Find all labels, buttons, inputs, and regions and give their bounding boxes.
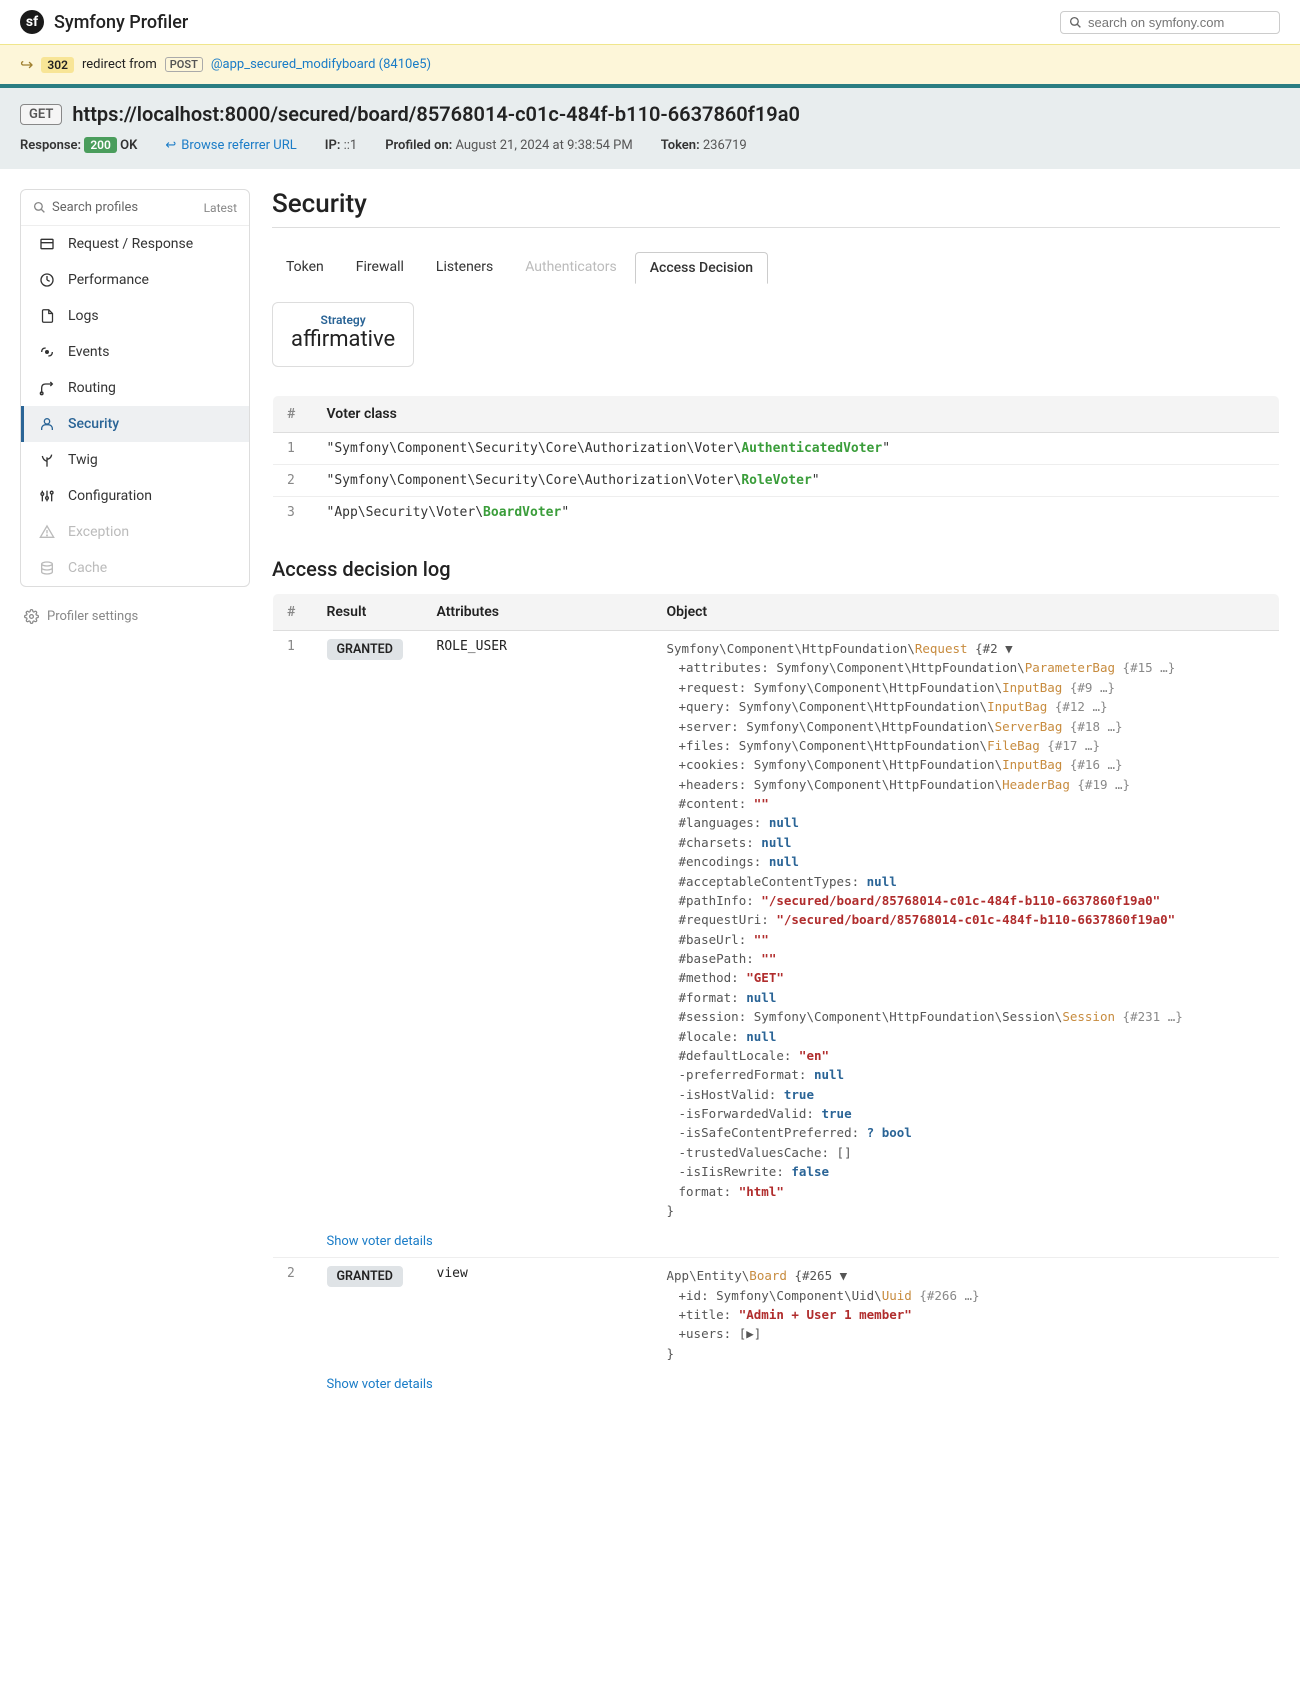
tabs: Token Firewall Listeners Authenticators … <box>272 252 1280 284</box>
response-status: Response: 200 OK <box>20 138 137 153</box>
title-separator <box>272 227 1280 228</box>
profiler-settings-link[interactable]: Profiler settings <box>20 601 250 632</box>
sidebar-item-twig[interactable]: Twig <box>21 442 249 478</box>
content: Security Token Firewall Listeners Authen… <box>272 189 1280 1429</box>
exception-icon <box>38 524 56 540</box>
log-result: GRANTED <box>313 631 423 1229</box>
ip-info: IP: ::1 <box>325 138 357 153</box>
log-header-object: Object <box>653 594 1280 631</box>
global-search[interactable] <box>1060 11 1280 34</box>
voter-class: "App\Security\Voter\BoardVoter" <box>313 497 1280 529</box>
log-header-result: Result <box>313 594 423 631</box>
tab-firewall[interactable]: Firewall <box>342 252 418 284</box>
dump-toggle[interactable]: {#265 ▼ <box>794 1268 847 1283</box>
performance-icon <box>38 272 56 288</box>
granted-badge: GRANTED <box>327 1266 403 1287</box>
request-url: https://localhost:8000/secured/board/857… <box>72 102 800 126</box>
app-header: sf Symfony Profiler <box>0 0 1300 44</box>
redirect-text: redirect from <box>82 57 157 72</box>
voter-index: 1 <box>273 433 313 465</box>
profiled-on: Profiled on: August 21, 2024 at 9:38:54 … <box>385 138 633 153</box>
tab-authenticators[interactable]: Authenticators <box>511 252 631 284</box>
log-attributes: view <box>423 1258 653 1371</box>
voters-header-num: # <box>273 396 313 433</box>
sidebar-item-cache[interactable]: Cache <box>21 550 249 586</box>
log-result: GRANTED <box>313 1258 423 1371</box>
log-header-num: # <box>273 594 313 631</box>
voter-row: 1"Symfony\Component\Security\Core\Author… <box>273 433 1280 465</box>
log-index: 1 <box>273 631 313 1229</box>
object-dump: Symfony\Component\HttpFoundation\Request… <box>667 639 1266 1220</box>
sidebar-item-exception[interactable]: Exception <box>21 514 249 550</box>
page-title: Security <box>272 189 1280 219</box>
voters-header-class: Voter class <box>313 396 1280 433</box>
log-object: App\Entity\Board {#265 ▼+id: Symfony\Com… <box>653 1258 1280 1371</box>
app-title: Symfony Profiler <box>54 12 188 33</box>
log-row: 1 GRANTED ROLE_USERSymfony\Component\HttpF… <box>273 631 1280 1229</box>
sidebar-item-routing[interactable]: Routing <box>21 370 249 406</box>
voters-table: # Voter class 1"Symfony\Component\Securi… <box>272 395 1280 529</box>
symfony-logo-icon: sf <box>20 10 44 34</box>
redirect-bar: ↪ 302 redirect from POST @app_secured_mo… <box>0 44 1300 84</box>
redirect-route-link[interactable]: @app_secured_modifyboard (8410e5) <box>211 57 431 72</box>
sidebar-item-logs[interactable]: Logs <box>21 298 249 334</box>
redirect-status-badge: 302 <box>41 57 74 73</box>
token-info: Token: 236719 <box>661 138 747 153</box>
request-method: GET <box>20 104 62 125</box>
voter-row: 2"Symfony\Component\Security\Core\Author… <box>273 465 1280 497</box>
tab-listeners[interactable]: Listeners <box>422 252 507 284</box>
gear-icon <box>24 609 39 624</box>
sidebar-item-request[interactable]: Request / Response <box>21 226 249 262</box>
routing-icon <box>38 380 56 396</box>
log-row: 2 GRANTED viewApp\Entity\Board {#265 ▼+id:… <box>273 1258 1280 1371</box>
request-summary: GET https://localhost:8000/secured/board… <box>0 84 1300 169</box>
show-voter-details[interactable]: Show voter details <box>327 1371 433 1392</box>
redirect-method: POST <box>165 57 203 72</box>
security-icon <box>38 416 56 432</box>
object-dump: App\Entity\Board {#265 ▼+id: Symfony\Com… <box>667 1266 1266 1363</box>
global-search-input[interactable] <box>1088 15 1271 30</box>
sidebar-item-configuration[interactable]: Configuration <box>21 478 249 514</box>
sidebar-latest-link[interactable]: Latest <box>204 201 237 215</box>
redirect-arrow-icon: ↪ <box>20 55 33 74</box>
dump-toggle[interactable]: {#2 ▼ <box>975 641 1013 656</box>
tab-access-decision[interactable]: Access Decision <box>635 252 768 284</box>
decision-log-table: # Result Attributes Object 1 GRANTED ROLE_… <box>272 593 1280 1401</box>
log-details-row: Show voter details <box>273 1371 1280 1401</box>
sidebar-item-events[interactable]: Events <box>21 334 249 370</box>
log-header-attributes: Attributes <box>423 594 653 631</box>
strategy-value: affirmative <box>291 327 395 352</box>
log-title: Access decision log <box>272 557 1280 581</box>
sidebar-item-security[interactable]: Security <box>21 406 249 442</box>
cache-icon <box>38 560 56 576</box>
strategy-label: Strategy <box>291 313 395 327</box>
sidebar-search[interactable]: Search profiles Latest <box>21 190 249 226</box>
voter-class: "Symfony\Component\Security\Core\Authori… <box>313 433 1280 465</box>
request-icon <box>38 236 56 252</box>
voter-index: 3 <box>273 497 313 529</box>
sidebar-search-label: Search profiles <box>52 200 138 215</box>
logs-icon <box>38 308 56 324</box>
voter-row: 3"App\Security\Voter\BoardVoter" <box>273 497 1280 529</box>
voter-index: 2 <box>273 465 313 497</box>
strategy-card: Strategy affirmative <box>272 302 414 367</box>
status-code-badge: 200 <box>84 137 117 153</box>
return-arrow-icon: ↩ <box>165 138 176 153</box>
tab-token[interactable]: Token <box>272 252 338 284</box>
log-index: 2 <box>273 1258 313 1371</box>
show-voter-details[interactable]: Show voter details <box>327 1228 433 1249</box>
sidebar: Search profiles Latest Request / Respons… <box>20 189 250 632</box>
granted-badge: GRANTED <box>327 639 403 660</box>
browse-referrer-link[interactable]: ↩ Browse referrer URL <box>165 138 296 153</box>
search-icon <box>1069 16 1082 29</box>
sidebar-item-performance[interactable]: Performance <box>21 262 249 298</box>
log-details-row: Show voter details <box>273 1228 1280 1258</box>
log-object: Symfony\Component\HttpFoundation\Request… <box>653 631 1280 1229</box>
voter-class: "Symfony\Component\Security\Core\Authori… <box>313 465 1280 497</box>
configuration-icon <box>38 488 56 504</box>
events-icon <box>38 344 56 360</box>
twig-icon <box>38 452 56 468</box>
log-attributes: ROLE_USER <box>423 631 653 1229</box>
search-icon <box>33 201 46 214</box>
